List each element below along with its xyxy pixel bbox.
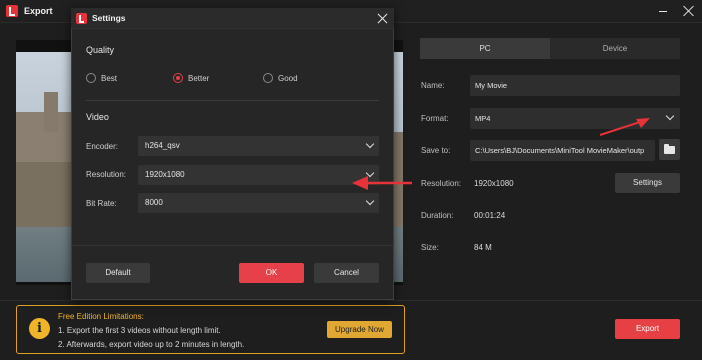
tab-device[interactable]: Device — [550, 38, 680, 59]
radio-best[interactable] — [86, 73, 96, 83]
minimize-icon[interactable] — [659, 11, 667, 12]
size-value: 84 M — [474, 243, 492, 252]
save-path-input[interactable]: C:\Users\BJ\Documents\MiniTool MovieMake… — [470, 140, 655, 161]
size-label: Size: — [421, 243, 439, 252]
radio-good-label: Good — [278, 74, 298, 83]
window-title: Export — [24, 6, 53, 16]
ok-button[interactable]: OK — [239, 263, 304, 283]
radio-better-label: Better — [188, 74, 210, 83]
video-title: Video — [86, 112, 109, 122]
dialog-resolution-value: 1920x1080 — [145, 170, 185, 179]
upgrade-now-button[interactable]: Upgrade Now — [327, 321, 392, 338]
browse-folder-button[interactable] — [659, 139, 680, 160]
tab-pc[interactable]: PC — [420, 38, 550, 59]
app-logo-icon — [6, 5, 18, 17]
format-label: Format: — [421, 114, 449, 123]
dialog-close-icon[interactable] — [377, 13, 388, 24]
duration-value: 00:01:24 — [474, 211, 506, 220]
format-value: MP4 — [475, 114, 491, 123]
limitation-line-2: 2. Afterwards, export video up to 2 minu… — [58, 340, 245, 349]
quality-title: Quality — [86, 45, 115, 55]
dialog-footer-divider — [72, 245, 393, 246]
save-to-label: Save to: — [421, 146, 451, 155]
dialog-resolution-label: Resolution: — [86, 170, 127, 179]
default-button[interactable]: Default — [86, 263, 150, 283]
encoder-value: h264_qsv — [145, 141, 180, 150]
cancel-button[interactable]: Cancel — [314, 263, 379, 283]
settings-button[interactable]: Settings — [615, 173, 680, 193]
resolution-value: 1920x1080 — [474, 179, 514, 188]
folder-icon — [664, 144, 675, 154]
dialog-divider — [86, 100, 379, 101]
limitation-line-1: 1. Export the first 3 videos without len… — [58, 326, 221, 335]
close-icon[interactable] — [683, 5, 695, 17]
encoder-select[interactable]: h264_qsv — [138, 136, 379, 156]
resolution-select[interactable]: 1920x1080 — [138, 165, 379, 185]
info-icon: i — [29, 318, 50, 339]
radio-good[interactable] — [263, 73, 273, 83]
limitations-title: Free Edition Limitations: — [58, 312, 144, 321]
bitrate-select[interactable]: 8000 — [138, 193, 379, 213]
name-label: Name: — [421, 81, 445, 90]
bitrate-label: Bit Rate: — [86, 199, 117, 208]
format-select[interactable]: MP4 — [470, 108, 680, 129]
radio-best-label: Best — [101, 74, 118, 83]
dialog-title: Settings — [92, 13, 126, 23]
duration-label: Duration: — [421, 211, 454, 220]
export-button[interactable]: Export — [615, 319, 680, 339]
dialog-logo-icon — [76, 13, 87, 24]
radio-better[interactable] — [173, 73, 183, 83]
encoder-label: Encoder: — [86, 142, 119, 151]
bitrate-value: 8000 — [145, 198, 163, 207]
resolution-label: Resolution: — [421, 179, 462, 188]
name-input[interactable]: My Movie — [470, 75, 680, 96]
